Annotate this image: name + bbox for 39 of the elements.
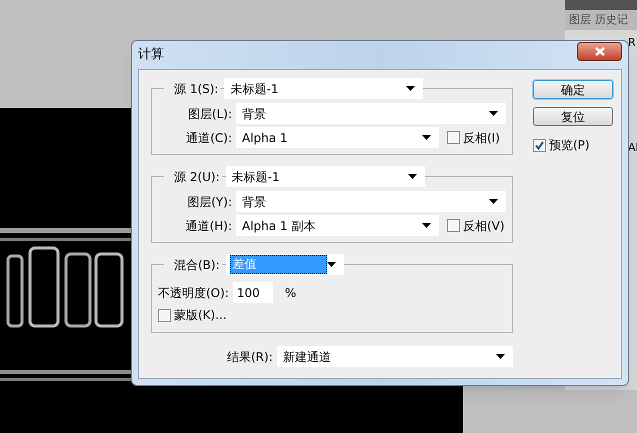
invert-checkbox[interactable]: 反相(I): [447, 128, 500, 146]
checkbox[interactable]: [533, 138, 546, 152]
caret-icon: [489, 111, 498, 116]
close-button[interactable]: [577, 42, 622, 60]
checkbox[interactable]: [447, 219, 460, 232]
layer-select[interactable]: 背景: [236, 191, 506, 212]
checkbox[interactable]: [447, 131, 460, 144]
panel-tab[interactable]: 历史记: [595, 12, 628, 28]
percent-label: %: [284, 284, 296, 302]
reset-button[interactable]: 复位: [533, 107, 613, 126]
field-label: 通道(C):: [185, 130, 232, 146]
opacity-field[interactable]: 100: [232, 282, 273, 303]
field-label: 结果(R):: [227, 348, 273, 366]
caret-icon: [408, 174, 417, 179]
channel-name[interactable]: R: [628, 30, 637, 55]
checkmark-icon: [535, 140, 544, 150]
invert-checkbox[interactable]: 反相(V): [447, 216, 505, 234]
ok-button[interactable]: 确定: [533, 80, 613, 99]
source-select[interactable]: 未标题-1: [224, 78, 424, 99]
channel-select[interactable]: Alpha 1 副本: [236, 215, 439, 236]
caret-icon: [406, 86, 416, 91]
caret-icon: [422, 135, 431, 140]
field-label: 不透明度(O):: [158, 284, 229, 302]
source-select[interactable]: 未标题-1: [226, 166, 425, 187]
result-select[interactable]: 新建通道: [276, 346, 513, 367]
caret-icon: [326, 262, 336, 267]
checkbox[interactable]: [158, 308, 171, 322]
caret-icon: [496, 354, 505, 359]
window-title: 计算: [138, 46, 164, 64]
mask-checkbox[interactable]: 蒙版(K)...: [158, 306, 512, 324]
layer-select[interactable]: 背景: [236, 103, 506, 124]
close-icon: [594, 46, 604, 56]
caret-icon: [489, 199, 498, 204]
channel-select[interactable]: Alpha 1: [236, 127, 439, 148]
field-label: 图层(Y):: [186, 194, 232, 210]
field-label: 通道(H):: [184, 218, 232, 234]
field-label: 图层(L):: [186, 106, 232, 122]
preview-checkbox[interactable]: 预览(P): [533, 136, 613, 154]
panel-tab[interactable]: 图层: [569, 12, 591, 28]
